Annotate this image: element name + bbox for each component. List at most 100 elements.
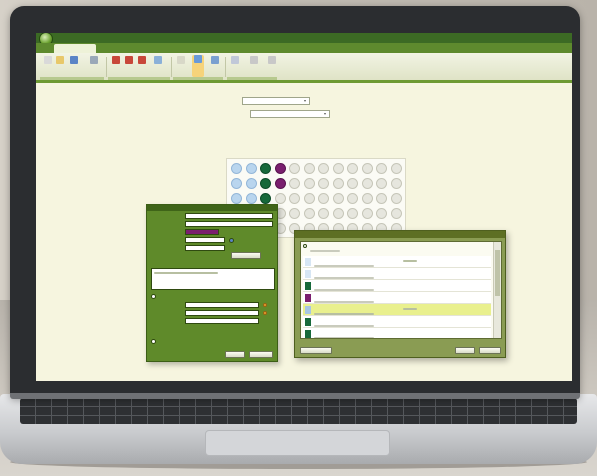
sample-field-1[interactable] [185, 213, 273, 219]
plate-well[interactable] [303, 178, 315, 189]
plate-well[interactable] [245, 193, 257, 204]
plate-well[interactable] [303, 163, 315, 174]
plate-well[interactable] [303, 208, 315, 219]
tab-2[interactable] [98, 44, 142, 53]
section-a-field-1[interactable] [185, 302, 259, 308]
ribbon-group-label [227, 77, 277, 80]
ribbon-group-label [40, 77, 104, 80]
ribbon-button-3[interactable] [68, 56, 80, 66]
sample-colour-swatch [305, 318, 311, 326]
plate-well[interactable] [376, 163, 387, 174]
group-toggle[interactable] [303, 244, 307, 248]
list-item[interactable] [303, 268, 491, 280]
list-cancel-button[interactable] [479, 347, 501, 354]
plate-well[interactable] [289, 208, 300, 219]
ribbon-button-6[interactable] [123, 56, 135, 66]
colour-field[interactable] [185, 229, 219, 235]
ribbon-button-1[interactable] [42, 56, 54, 66]
list-scrollbar[interactable] [493, 242, 501, 338]
plate-well[interactable] [260, 193, 271, 204]
text-line [314, 277, 374, 279]
list-dialog-left-button[interactable] [300, 347, 332, 354]
ribbon-button-8[interactable] [152, 56, 164, 66]
view-icon [211, 56, 219, 64]
ribbon-button-7[interactable] [136, 56, 148, 66]
plate-well[interactable] [274, 193, 286, 204]
plate-well[interactable] [318, 193, 329, 204]
ribbon-button-12[interactable] [229, 56, 241, 66]
container-select[interactable]: ▾ [250, 110, 330, 118]
plate-well[interactable] [390, 178, 402, 189]
list-item[interactable] [303, 316, 491, 328]
plate-well[interactable] [231, 193, 242, 204]
plate-well[interactable] [260, 163, 271, 174]
plate-well[interactable] [376, 193, 387, 204]
plate-well[interactable] [347, 193, 358, 204]
sample-field-2[interactable] [185, 221, 273, 227]
plate-well[interactable] [318, 178, 329, 189]
plate-well[interactable] [347, 163, 358, 174]
plate-well[interactable] [332, 208, 344, 219]
plate-well[interactable] [274, 178, 286, 189]
plate-well[interactable] [289, 163, 300, 174]
plate-well[interactable] [390, 193, 402, 204]
ribbon-button-5[interactable] [110, 56, 122, 66]
ribbon-button-2[interactable] [54, 56, 66, 66]
ribbon-button-9[interactable] [175, 56, 187, 66]
ribbon-button-14[interactable] [266, 56, 278, 66]
tab-3[interactable] [144, 44, 172, 53]
plate-well[interactable] [303, 193, 315, 204]
text-line [314, 289, 374, 291]
plate-well[interactable] [289, 178, 300, 189]
plate-well[interactable] [289, 193, 300, 204]
plate-well[interactable] [390, 163, 402, 174]
plate-well[interactable] [245, 163, 257, 174]
sample-field-4[interactable] [185, 237, 225, 243]
plate-well[interactable] [376, 208, 387, 219]
ribbon-button-13[interactable] [248, 56, 260, 66]
info-icon[interactable] [229, 238, 234, 243]
sample-dialog [146, 204, 278, 362]
ribbon-button-4[interactable] [88, 56, 100, 66]
section-a-field-3[interactable] [185, 318, 259, 324]
sample-field-5[interactable] [185, 245, 225, 251]
section-b-radio[interactable] [151, 339, 156, 344]
list-ok-button[interactable] [455, 347, 475, 354]
list-item[interactable] [303, 292, 491, 304]
plate-well[interactable] [361, 178, 373, 189]
plate-well[interactable] [361, 208, 373, 219]
cancel-button[interactable] [249, 351, 273, 358]
sample-dialog-button[interactable] [231, 252, 261, 259]
plate-well[interactable] [318, 163, 329, 174]
list-item-tick [403, 258, 417, 264]
ribbon-button-11[interactable] [209, 56, 221, 66]
section-a-field-2[interactable] [185, 310, 259, 316]
plate-well[interactable] [318, 208, 329, 219]
plate-well[interactable] [245, 178, 257, 189]
plate-well[interactable] [332, 178, 344, 189]
plate-well[interactable] [361, 163, 373, 174]
section-a-radio[interactable] [151, 294, 156, 299]
list-item[interactable] [303, 328, 491, 338]
scrollbar-thumb[interactable] [495, 250, 500, 296]
list-item[interactable] [303, 280, 491, 292]
plate-well[interactable] [231, 178, 242, 189]
plate-well[interactable] [332, 163, 344, 174]
plate-well[interactable] [390, 208, 402, 219]
ok-button[interactable] [225, 351, 245, 358]
plate-well[interactable] [274, 163, 286, 174]
plate-well[interactable] [347, 208, 358, 219]
plate-well[interactable] [231, 163, 242, 174]
list-item[interactable] [303, 304, 491, 316]
plate-well[interactable] [376, 178, 387, 189]
container-type-select[interactable]: ▾ [242, 97, 310, 105]
tab-1[interactable] [54, 44, 96, 53]
plate-well[interactable] [260, 178, 271, 189]
chevron-down-icon: ▾ [303, 98, 306, 103]
plate-well[interactable] [347, 178, 358, 189]
ribbon-button-10[interactable] [192, 55, 204, 77]
comment-field[interactable] [151, 268, 275, 290]
plate-well[interactable] [332, 193, 344, 204]
plate-well[interactable] [361, 193, 373, 204]
list-item[interactable] [303, 256, 491, 268]
